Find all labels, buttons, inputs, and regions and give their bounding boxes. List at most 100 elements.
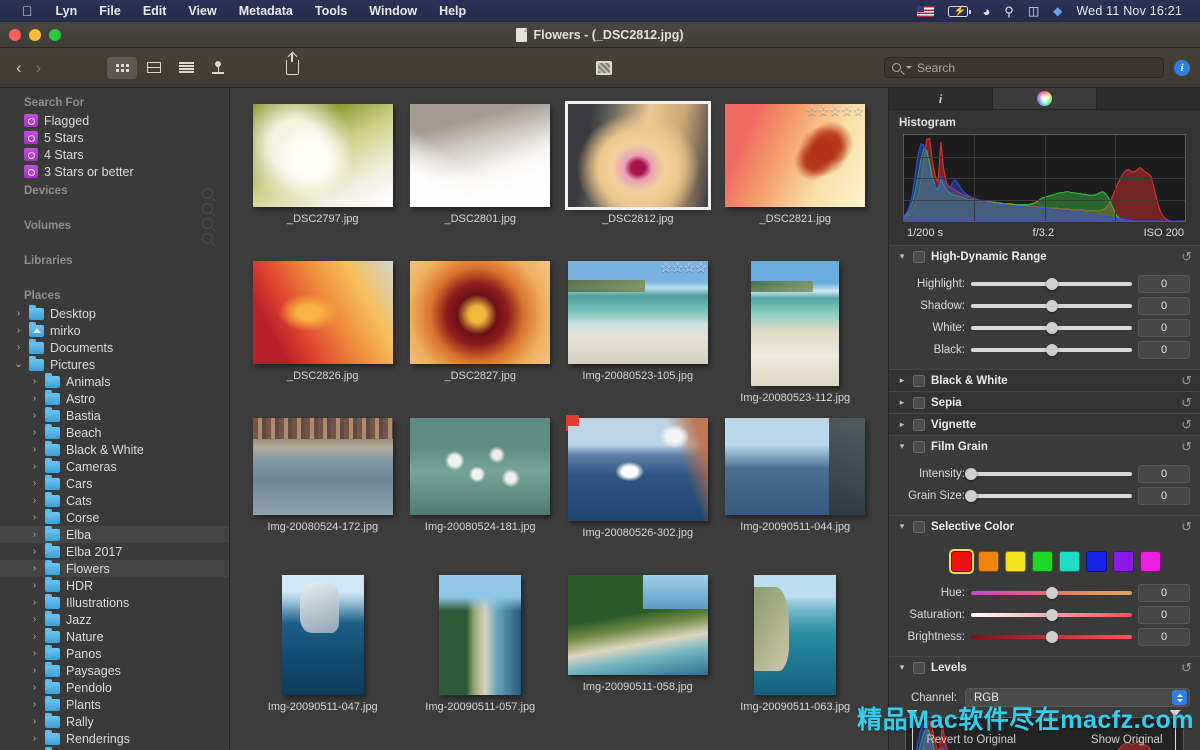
section-header-high-dynamic-range[interactable]: ▾ High-Dynamic Range ↺: [889, 246, 1200, 267]
forward-button[interactable]: ›: [36, 59, 42, 76]
slider-track[interactable]: [965, 490, 1132, 502]
sidebar-item-mirko[interactable]: › mirko: [0, 321, 229, 339]
thumbnail-image[interactable]: [281, 575, 364, 695]
thumbnail-image[interactable]: [410, 104, 551, 207]
chevron-right-icon[interactable]: ›: [30, 665, 39, 676]
thumbnail-image[interactable]: [725, 418, 866, 515]
star-icon[interactable]: ☆: [660, 261, 672, 274]
sidebar-item-hdr[interactable]: › HDR: [0, 576, 229, 594]
thumbnail-cell[interactable]: _DSC2812.jpg: [559, 101, 717, 261]
menu-item-view[interactable]: View: [177, 0, 227, 22]
sidebar-item-elba[interactable]: › Elba: [0, 525, 229, 543]
thumbnail-wrapper[interactable]: ☆ ☆ ☆ ☆ ☆: [725, 104, 866, 207]
slider-value[interactable]: 0: [1138, 487, 1190, 505]
violet-swatch[interactable]: [1113, 551, 1134, 572]
menu-item-file[interactable]: File: [88, 0, 132, 22]
chevron-right-icon[interactable]: ›: [30, 597, 39, 608]
slider-value[interactable]: 0: [1138, 275, 1190, 293]
wifi-icon[interactable]: ◕: [982, 5, 990, 18]
sidebar-item-rally[interactable]: › Rally: [0, 712, 229, 730]
chevron-right-icon[interactable]: ›: [30, 529, 39, 540]
star-icon[interactable]: ☆: [672, 261, 684, 274]
us-flag-icon[interactable]: [917, 5, 935, 17]
star-icon[interactable]: ☆: [841, 104, 853, 117]
sidebar-item-beach[interactable]: › Beach: [0, 423, 229, 441]
chevron-right-icon[interactable]: ›: [30, 427, 39, 438]
thumbnail-wrapper[interactable]: [439, 575, 522, 695]
slider-knob[interactable]: [965, 468, 977, 480]
chevron-right-icon[interactable]: ›: [30, 393, 39, 404]
sidebar-item-plants[interactable]: › Plants: [0, 695, 229, 713]
sidebar-item-black-white[interactable]: › Black & White: [0, 440, 229, 458]
chevron-right-icon[interactable]: ›: [30, 631, 39, 642]
thumbnail-image[interactable]: [252, 104, 393, 207]
slider-shadow[interactable]: Shadow: 0: [899, 295, 1190, 317]
chevron-down-icon[interactable]: [906, 66, 912, 69]
grid-view-button[interactable]: [107, 56, 138, 79]
magenta-swatch[interactable]: [1140, 551, 1161, 572]
reset-icon[interactable]: ↺: [1181, 250, 1192, 263]
thumbnail-image[interactable]: [567, 575, 708, 675]
slider-track[interactable]: [971, 300, 1132, 312]
thumbnail-browser[interactable]: _DSC2797.jpg _DSC2801.jpg _DSC2812.jpg ☆ ☆ ☆ ☆…: [230, 88, 888, 750]
chevron-right-icon[interactable]: ›: [30, 699, 39, 710]
sidebar-item-cameras[interactable]: › Cameras: [0, 457, 229, 475]
thumbnail-wrapper[interactable]: [754, 575, 837, 695]
thumbnail-wrapper[interactable]: [725, 418, 866, 515]
chevron-right-icon[interactable]: ›: [30, 546, 39, 557]
chevron-right-icon[interactable]: ›: [30, 478, 39, 489]
chevron-right-icon[interactable]: ›: [30, 563, 39, 574]
thumbnail-cell[interactable]: Img-20090511-063.jpg: [717, 575, 875, 732]
slider-track[interactable]: [971, 587, 1132, 599]
sidebar-item-3-stars-or-better[interactable]: 3 Stars or better: [0, 163, 229, 180]
thumbnail-cell[interactable]: Img-20080526-302.jpg: [559, 415, 717, 575]
chevron-down-icon[interactable]: ▾: [897, 521, 907, 532]
sidebar-item-pictures[interactable]: ⌄ Pictures: [0, 355, 229, 373]
reset-icon[interactable]: ↺: [1181, 418, 1192, 431]
slider-value[interactable]: 0: [1138, 319, 1190, 337]
menu-item-metadata[interactable]: Metadata: [228, 0, 304, 22]
chevron-right-icon[interactable]: ›: [30, 495, 39, 506]
menu-item-lyn[interactable]: Lyn: [45, 0, 89, 22]
map-view-button[interactable]: [203, 57, 233, 79]
thumbnail-wrapper[interactable]: ☆ ☆ ☆ ☆: [567, 261, 708, 364]
sidebar-item-jazz[interactable]: › Jazz: [0, 610, 229, 628]
cyan-swatch[interactable]: [1059, 551, 1080, 572]
sidebar-item-panos[interactable]: › Panos: [0, 644, 229, 662]
sidebar-item-bastia[interactable]: › Bastia: [0, 406, 229, 424]
sidebar-item-astro[interactable]: › Astro: [0, 389, 229, 407]
sidebar-item-animals[interactable]: › Animals: [0, 372, 229, 390]
chevron-right-icon[interactable]: ›: [30, 461, 39, 472]
yellow-swatch[interactable]: [1005, 551, 1026, 572]
chevron-down-icon[interactable]: ▾: [897, 251, 907, 262]
thumbnail-cell[interactable]: ☆ ☆ ☆ ☆ ☆ _DSC2821.jpg: [717, 104, 875, 261]
star-rating[interactable]: ☆ ☆ ☆ ☆ ☆: [806, 104, 864, 117]
spotlight-search-icon[interactable]: ⚲: [1004, 5, 1014, 18]
thumbnail-cell[interactable]: Img-20080523-112.jpg: [717, 261, 875, 418]
thumbnail-image[interactable]: [751, 261, 840, 386]
thumbnail-image[interactable]: [567, 261, 708, 364]
sidebar-item-pendolo[interactable]: › Pendolo: [0, 678, 229, 696]
section-header-black-white[interactable]: ▸ Black & White ↺: [889, 370, 1200, 391]
sidebar-item-5-stars[interactable]: 5 Stars: [0, 129, 229, 146]
thumbnail-image[interactable]: [252, 261, 393, 364]
enable-checkbox[interactable]: [913, 520, 925, 533]
slider-knob[interactable]: [1045, 344, 1058, 356]
thumbnail-image[interactable]: [564, 101, 711, 210]
slider-value[interactable]: 0: [1138, 341, 1190, 359]
section-header-levels[interactable]: ▾ Levels ↺: [889, 657, 1200, 678]
thumbnail-cell[interactable]: ☆ ☆ ☆ ☆ Img-20080523-105.jpg: [559, 261, 717, 418]
enable-checkbox[interactable]: [913, 250, 925, 263]
chevron-right-icon[interactable]: ›: [30, 580, 39, 591]
sidebar-item-cats[interactable]: › Cats: [0, 491, 229, 509]
chevron-right-icon[interactable]: ›: [30, 444, 39, 455]
thumbnail-cell[interactable]: _DSC2827.jpg: [402, 261, 560, 418]
reset-icon[interactable]: ↺: [1181, 520, 1192, 533]
slider-hue[interactable]: Hue: 0: [899, 582, 1190, 604]
star-icon[interactable]: ☆: [806, 104, 818, 117]
slider-value[interactable]: 0: [1138, 628, 1190, 646]
slideshow-button[interactable]: [589, 57, 619, 79]
slider-knob[interactable]: [965, 490, 977, 502]
chevron-right-icon[interactable]: ▸: [897, 397, 907, 408]
star-icon[interactable]: ☆: [818, 104, 830, 117]
